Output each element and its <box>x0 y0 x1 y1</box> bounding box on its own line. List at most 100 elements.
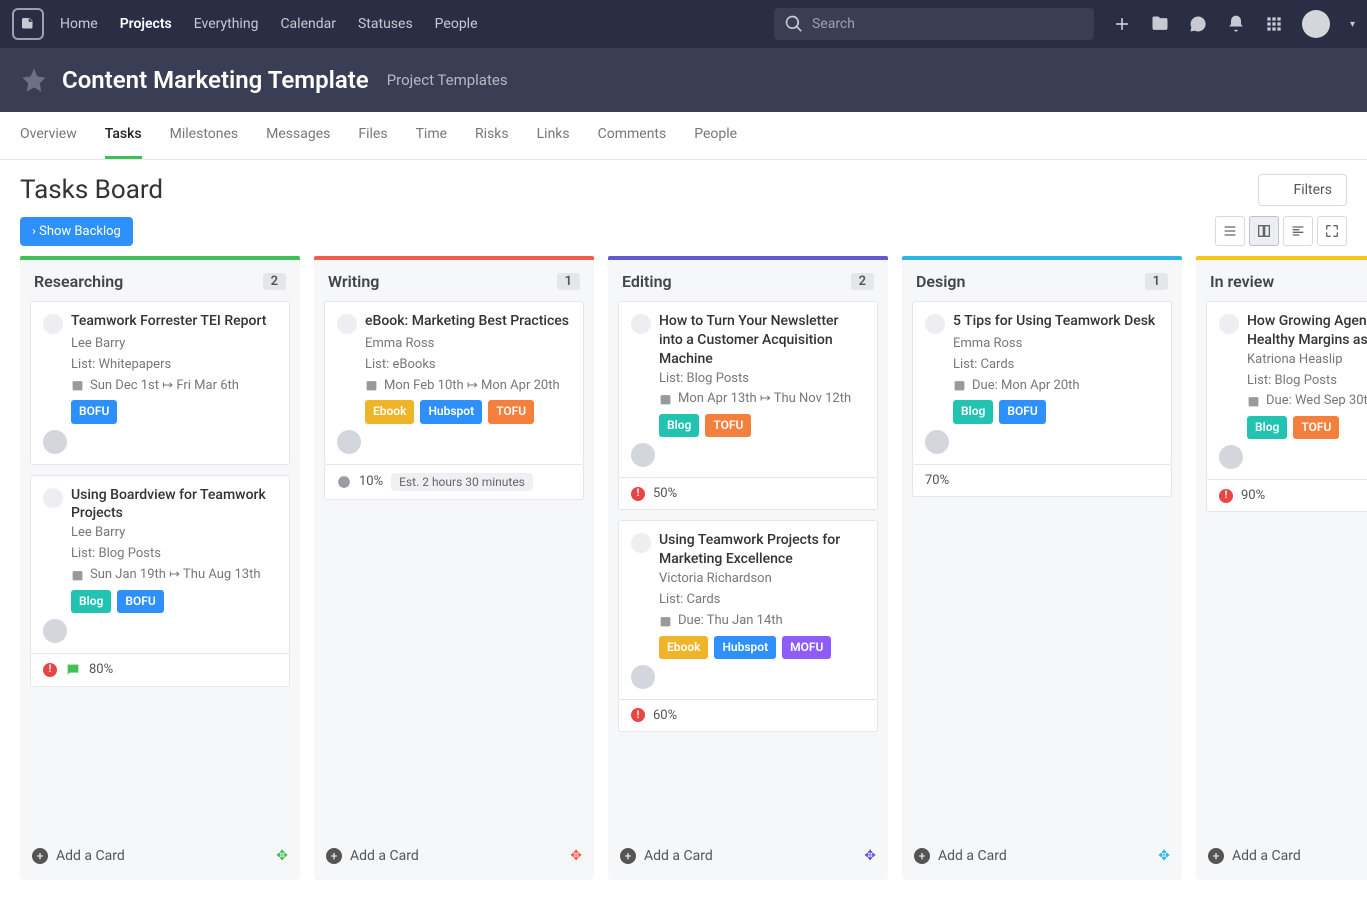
add-card-row[interactable]: +Add a Card✥ <box>1206 842 1367 870</box>
topbar: Home Projects Everything Calendar Statuses Pe… <box>0 0 1367 48</box>
tag-bofu[interactable]: BOFU <box>999 400 1045 423</box>
tag-bofu[interactable]: BOFU <box>71 400 117 423</box>
assignee-avatar[interactable] <box>43 619 67 643</box>
nav-link-home[interactable]: Home <box>60 16 98 32</box>
tag-tofu[interactable]: TOFU <box>705 414 751 437</box>
task-card[interactable]: Teamwork Forrester TEI ReportLee BarryLi… <box>30 301 290 465</box>
tab-tasks[interactable]: Tasks <box>105 112 142 159</box>
tag-mofu[interactable]: MOFU <box>782 636 831 659</box>
folder-icon[interactable] <box>1150 14 1170 34</box>
task-card[interactable]: 5 Tips for Using Teamwork DeskEmma RossL… <box>912 301 1172 465</box>
tag-bofu[interactable]: BOFU <box>117 590 163 613</box>
assignee-avatar[interactable] <box>925 430 949 454</box>
task-checkbox[interactable] <box>337 314 357 334</box>
kanban-board: Researching2Teamwork Forrester TEI Repor… <box>0 256 1367 900</box>
task-checkbox[interactable] <box>631 314 651 334</box>
calendar-icon <box>659 615 672 628</box>
tag-tofu[interactable]: TOFU <box>1293 416 1339 439</box>
tab-risks[interactable]: Risks <box>475 112 509 159</box>
apps-icon[interactable] <box>1264 14 1284 34</box>
task-checkbox[interactable] <box>925 314 945 334</box>
task-card[interactable]: eBook: Marketing Best PracticesEmma Ross… <box>324 301 584 465</box>
tag-ebook[interactable]: Ebook <box>365 400 414 423</box>
tag-blog[interactable]: Blog <box>71 590 111 613</box>
column-count: 2 <box>851 273 874 290</box>
tab-overview[interactable]: Overview <box>20 112 77 159</box>
card-progress: 90% <box>1241 488 1265 503</box>
card-footer: !80% <box>30 654 290 687</box>
card-date-text: Mon Feb 10th ↦ Mon Apr 20th <box>384 376 560 397</box>
tab-time[interactable]: Time <box>416 112 447 159</box>
card-date-text: Sun Dec 1st ↦ Fri Mar 6th <box>90 376 239 397</box>
column-writing: Writing1eBook: Marketing Best PracticesE… <box>314 256 594 880</box>
task-checkbox[interactable] <box>1219 314 1239 334</box>
clock-icon <box>337 475 351 489</box>
add-card-label: Add a Card <box>56 848 125 864</box>
tab-milestones[interactable]: Milestones <box>170 112 239 159</box>
chat-icon[interactable] <box>1188 14 1208 34</box>
show-backlog-button[interactable]: › Show Backlog <box>20 217 133 246</box>
tab-messages[interactable]: Messages <box>266 112 330 159</box>
compact-view-icon[interactable] <box>1283 216 1313 246</box>
assignee-avatar[interactable] <box>631 665 655 689</box>
task-card[interactable]: How to Turn Your Newsletter into a Custo… <box>618 301 878 478</box>
alert-icon: ! <box>43 663 57 677</box>
comment-icon <box>65 662 81 678</box>
card-title: Using Teamwork Projects for Marketing Ex… <box>659 531 865 569</box>
card-meta: Katriona HeaslipList: Blog PostsDue: Wed… <box>1247 350 1367 440</box>
tag-blog[interactable]: Blog <box>953 400 993 423</box>
app-logo-icon[interactable] <box>12 8 44 40</box>
tab-comments[interactable]: Comments <box>598 112 667 159</box>
fullscreen-icon[interactable] <box>1317 216 1347 246</box>
tag-ebook[interactable]: Ebook <box>659 636 708 659</box>
task-card[interactable]: How Growing Agencies Maintain Healthy Ma… <box>1206 301 1367 480</box>
move-icon[interactable]: ✥ <box>1158 848 1170 864</box>
filters-button[interactable]: Filters <box>1258 174 1347 206</box>
board-controls: Tasks BoardFilters <box>0 160 1367 210</box>
search-input[interactable] <box>812 16 1084 32</box>
assignee-avatar[interactable] <box>43 430 67 454</box>
nav-link-projects[interactable]: Projects <box>120 16 172 32</box>
add-card-row[interactable]: +Add a Card✥ <box>618 842 878 870</box>
tag-hubspot[interactable]: Hubspot <box>420 400 482 423</box>
tab-links[interactable]: Links <box>537 112 570 159</box>
task-checkbox[interactable] <box>43 488 63 508</box>
column-design: Design15 Tips for Using Teamwork DeskEmm… <box>902 256 1182 880</box>
task-card[interactable]: Using Boardview for Teamwork ProjectsLee… <box>30 475 290 654</box>
card-title: Teamwork Forrester TEI Report <box>71 312 266 331</box>
assignee-avatar[interactable] <box>337 430 361 454</box>
tab-people[interactable]: People <box>694 112 737 159</box>
move-icon[interactable]: ✥ <box>864 848 876 864</box>
star-icon[interactable] <box>20 66 48 94</box>
move-icon[interactable]: ✥ <box>570 848 582 864</box>
add-card-row[interactable]: +Add a Card✥ <box>324 842 584 870</box>
add-card-row[interactable]: +Add a Card✥ <box>912 842 1172 870</box>
board-view-icon[interactable] <box>1249 216 1279 246</box>
card-date-text: Due: Thu Jan 14th <box>678 611 783 632</box>
add-card-row[interactable]: +Add a Card✥ <box>30 842 290 870</box>
tag-tofu[interactable]: TOFU <box>488 400 534 423</box>
task-card[interactable]: Using Teamwork Projects for Marketing Ex… <box>618 520 878 699</box>
alert-icon: ! <box>1219 489 1233 503</box>
nav-link-people[interactable]: People <box>435 16 478 32</box>
move-icon[interactable]: ✥ <box>276 848 288 864</box>
card-tags: Blog TOFU <box>1247 416 1367 439</box>
tag-blog[interactable]: Blog <box>659 414 699 437</box>
topbar-right: ▾ <box>774 8 1355 40</box>
list-view-icon[interactable] <box>1215 216 1245 246</box>
nav-link-calendar[interactable]: Calendar <box>280 16 336 32</box>
task-checkbox[interactable] <box>631 533 651 553</box>
task-checkbox[interactable] <box>43 314 63 334</box>
assignee-avatar[interactable] <box>1219 445 1243 469</box>
nav-link-everything[interactable]: Everything <box>194 16 259 32</box>
assignee-avatar[interactable] <box>631 443 655 467</box>
user-avatar[interactable] <box>1302 10 1330 38</box>
plus-icon[interactable] <box>1112 14 1132 34</box>
tag-hubspot[interactable]: Hubspot <box>714 636 776 659</box>
tag-blog[interactable]: Blog <box>1247 416 1287 439</box>
nav-link-statuses[interactable]: Statuses <box>358 16 413 32</box>
tab-files[interactable]: Files <box>358 112 387 159</box>
search-box[interactable] <box>774 8 1094 40</box>
chevron-down-icon[interactable]: ▾ <box>1350 19 1355 30</box>
bell-icon[interactable] <box>1226 14 1246 34</box>
